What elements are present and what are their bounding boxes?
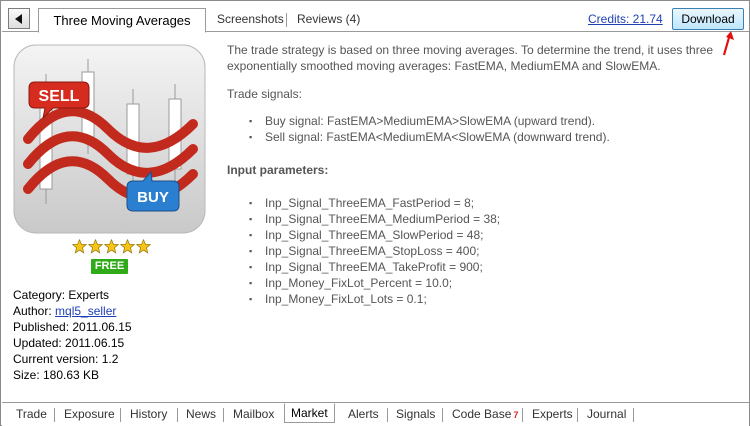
svg-text:SELL: SELL xyxy=(39,88,80,105)
back-button[interactable] xyxy=(8,8,30,29)
author-link[interactable]: mql5_seller xyxy=(55,304,116,318)
product-image: SELL BUY xyxy=(13,44,206,234)
tab-divider xyxy=(442,408,443,422)
svg-text:BUY: BUY xyxy=(137,189,169,206)
arrow-left-icon xyxy=(15,13,22,24)
tab-history[interactable]: History xyxy=(130,407,167,421)
bottom-tab-bar: Trade Exposure History News Mailbox Mark… xyxy=(2,402,749,426)
list-item: Inp_Signal_ThreeEMA_TakeProfit = 900; xyxy=(249,259,727,275)
meta-author-prefix: Author: xyxy=(13,304,56,318)
tab-divider xyxy=(633,408,634,422)
top-tab-bar: Three Moving Averages Screenshots Review… xyxy=(2,2,749,33)
params-list: Inp_Signal_ThreeEMA_FastPeriod = 8; Inp_… xyxy=(227,195,727,307)
signals-list: Buy signal: FastEMA>MediumEMA>SlowEMA (u… xyxy=(227,113,727,145)
star-icon xyxy=(72,239,87,254)
list-item: Inp_Signal_ThreeEMA_StopLoss = 400; xyxy=(249,243,727,259)
list-item: Inp_Signal_ThreeEMA_FastPeriod = 8; xyxy=(249,195,727,211)
tab-code-base-label: Code Base xyxy=(452,407,512,421)
tab-divider xyxy=(286,13,287,27)
list-item: Inp_Signal_ThreeEMA_SlowPeriod = 48; xyxy=(249,227,727,243)
signals-title: Trade signals: xyxy=(227,87,302,101)
tab-screenshots[interactable]: Screenshots xyxy=(217,12,284,26)
description-text: The trade strategy is based on three mov… xyxy=(227,43,714,73)
tab-divider xyxy=(522,408,523,422)
tab-trade[interactable]: Trade xyxy=(16,407,47,421)
star-icon xyxy=(104,239,119,254)
params-title: Input parameters: xyxy=(227,163,329,177)
free-badge: FREE xyxy=(91,259,128,274)
list-item: Sell signal: FastEMA<MediumEMA<SlowEMA (… xyxy=(249,129,727,145)
star-rating xyxy=(72,239,151,254)
tab-divider xyxy=(223,408,224,422)
meta-size: Size: 180.63 KB xyxy=(13,368,100,382)
tab-market[interactable]: Market xyxy=(284,403,335,423)
tab-signals[interactable]: Signals xyxy=(396,407,435,421)
list-item: Inp_Money_FixLot_Percent = 10.0; xyxy=(249,275,727,291)
credits-link[interactable]: Credits: 21.74 xyxy=(588,12,663,26)
download-button[interactable]: Download xyxy=(672,8,744,30)
meta-version: Current version: 1.2 xyxy=(13,352,119,366)
meta-category: Category: Experts xyxy=(13,288,110,302)
code-base-badge: 7 xyxy=(513,410,519,420)
tab-experts[interactable]: Experts xyxy=(532,407,573,421)
list-item: Inp_Signal_ThreeEMA_MediumPeriod = 38; xyxy=(249,211,727,227)
meta-published: Published: 2011.06.15 xyxy=(13,320,132,334)
meta-updated: Updated: 2011.06.15 xyxy=(13,336,125,350)
meta-author: Author: mql5_seller xyxy=(13,303,132,319)
star-icon xyxy=(88,239,103,254)
star-icon xyxy=(136,239,151,254)
tab-code-base[interactable]: Code Base 7 xyxy=(452,407,518,421)
tab-mailbox[interactable]: Mailbox xyxy=(233,407,274,421)
tab-journal[interactable]: Journal xyxy=(587,407,626,421)
tab-divider xyxy=(387,408,388,422)
product-meta: Category: Experts Author: mql5_seller Pu… xyxy=(13,287,132,383)
tab-divider xyxy=(120,408,121,422)
app-window: Three Moving Averages Screenshots Review… xyxy=(0,0,750,426)
list-item: Inp_Money_FixLot_Lots = 0.1; xyxy=(249,291,727,307)
star-icon xyxy=(120,239,135,254)
tab-divider xyxy=(577,408,578,422)
tab-alerts[interactable]: Alerts xyxy=(348,407,379,421)
tab-divider xyxy=(177,408,178,422)
tab-divider xyxy=(54,408,55,422)
product-description: The trade strategy is based on three mov… xyxy=(227,42,727,307)
list-item: Buy signal: FastEMA>MediumEMA>SlowEMA (u… xyxy=(249,113,727,129)
tab-news[interactable]: News xyxy=(186,407,216,421)
tab-reviews[interactable]: Reviews (4) xyxy=(297,12,360,26)
tab-exposure[interactable]: Exposure xyxy=(64,407,115,421)
tab-product[interactable]: Three Moving Averages xyxy=(38,8,206,33)
